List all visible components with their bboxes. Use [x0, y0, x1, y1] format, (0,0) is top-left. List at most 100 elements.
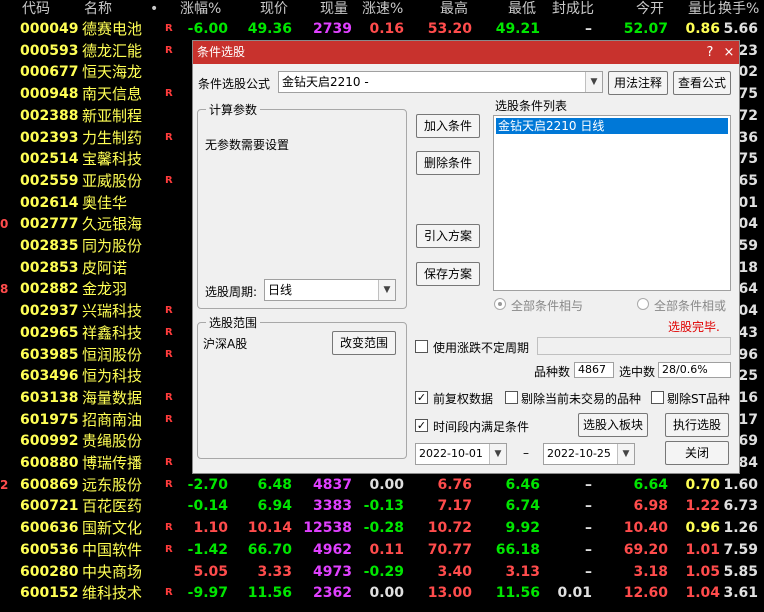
help-icon[interactable]: ?: [701, 41, 719, 64]
exclude-notrade-checkbox[interactable]: [505, 391, 518, 404]
close-icon[interactable]: ×: [720, 41, 738, 64]
exclude-st-checkbox[interactable]: [651, 391, 664, 404]
adjust-checkbox[interactable]: ✓: [415, 391, 428, 404]
margin-flag: R: [165, 44, 173, 56]
col-turnover[interactable]: 换手%: [718, 0, 759, 18]
table-row[interactable]: 600721 百花医药 -0.14 6.94 3383 -0.13 7.17 6.74 – 6.9…: [0, 495, 764, 517]
stock-code: 600280: [20, 563, 79, 580]
cell-price: 6.94: [257, 498, 292, 515]
cell-low: 49.21: [495, 21, 540, 37]
cell-price: 66.70: [247, 541, 292, 558]
cell-open: 6.98: [633, 498, 668, 515]
date-separator: –: [523, 446, 529, 460]
stock-screener-dialog: 条件选股 ? × 条件选股公式 金钻天启2210 - ▼ 用法注释 查看公式 计…: [192, 40, 740, 474]
margin-flag: R: [165, 457, 173, 468]
stock-code: 600636: [20, 520, 79, 537]
stock-code: 002393: [20, 129, 79, 146]
row-edge-mark: [0, 344, 8, 366]
condition-list-item[interactable]: 金钻天启2210 日线: [496, 118, 728, 134]
cell-lb: 1.05: [685, 563, 720, 580]
col-volume[interactable]: 现量: [320, 0, 348, 18]
stock-name: 同为股份: [82, 237, 143, 255]
margin-flag: [165, 430, 177, 452]
stock-name: 贵绳股份: [82, 432, 143, 451]
stock-name: 皮阿诺: [82, 258, 128, 277]
col-code[interactable]: 代码: [22, 0, 50, 18]
stock-code: 002614: [20, 194, 79, 211]
chevron-down-icon[interactable]: ▼: [585, 72, 602, 92]
timerange-checkbox[interactable]: ✓: [415, 419, 428, 432]
cell-low: 6.46: [505, 476, 540, 493]
to-block-button[interactable]: 选股入板块: [578, 413, 648, 437]
stock-code: 002388: [20, 107, 79, 124]
selected-label: 选中数: [619, 365, 656, 379]
exclude-notrade-label: 剔除当前未交易的品种: [521, 392, 642, 406]
date-to-picker[interactable]: 2022-10-25 ▼: [543, 443, 635, 465]
date-from-value: 2022-10-01: [419, 447, 483, 460]
table-row[interactable]: 2 600869 远东股份 R -2.70 6.48 4837 0.00 6.76 6.46–6.…: [0, 474, 764, 496]
change-scope-button[interactable]: 改变范围: [332, 331, 396, 355]
import-scheme-button[interactable]: 引入方案: [416, 224, 480, 248]
cell-price: 49.36: [247, 21, 292, 37]
stock-code: 000593: [20, 42, 79, 59]
table-row[interactable]: 600280 中央商场 5.05 3.33 4973 -0.29 3.40 3.13 – 3.18…: [0, 561, 764, 583]
formula-select[interactable]: 金钻天启2210 - ▼: [278, 71, 603, 93]
row-edge-mark: [0, 452, 8, 474]
radio-all-and[interactable]: [494, 298, 506, 310]
col-liangbi[interactable]: 量比: [688, 0, 716, 18]
table-row[interactable]: 000049 德赛电池 R -6.00 49.36 2739 0.16 53.20 49.21–…: [0, 18, 764, 40]
cell-speed: -0.28: [363, 520, 404, 537]
cell-lb: 0.70: [685, 476, 720, 493]
uncertain-period-checkbox[interactable]: [415, 340, 428, 353]
row-edge-mark: [0, 322, 8, 344]
cell-high: 7.17: [437, 498, 472, 515]
col-fengcheng[interactable]: 封成比: [552, 0, 594, 18]
dialog-title-bar[interactable]: 条件选股: [193, 41, 739, 64]
row-edge-mark: [0, 148, 8, 170]
cell-lb: 1.22: [685, 498, 720, 515]
add-condition-button[interactable]: 加入条件: [416, 114, 480, 138]
save-scheme-button[interactable]: 保存方案: [416, 262, 480, 286]
stock-name: 中国软件: [82, 540, 143, 559]
row-edge-mark: [0, 18, 8, 40]
col-open[interactable]: 今开: [636, 0, 664, 18]
row-edge-mark: [0, 387, 8, 409]
col-name[interactable]: 名称: [84, 0, 112, 18]
row-edge-mark: [0, 127, 8, 149]
table-row[interactable]: 600152 维科技术 R -9.97 11.56 2362 0.00 13.00 11.56 0…: [0, 582, 764, 604]
stock-code: 002835: [20, 238, 79, 254]
count-value: 4867: [574, 362, 614, 378]
row-edge-mark: [0, 365, 8, 387]
stock-name: 远东股份: [82, 475, 143, 494]
margin-flag: R: [165, 174, 173, 186]
chevron-down-icon[interactable]: ▼: [617, 444, 634, 464]
usage-notes-button[interactable]: 用法注释: [608, 71, 668, 95]
cell-lb: 0.86: [685, 21, 720, 37]
close-button[interactable]: 关闭: [665, 441, 729, 465]
row-edge-mark: [0, 83, 8, 105]
stock-name: 维科技术: [82, 584, 143, 603]
cell-vol: 3383: [313, 498, 352, 515]
table-row[interactable]: 600536 中国软件 R -1.42 66.70 4962 0.11 70.77 66.18–…: [0, 539, 764, 561]
col-low[interactable]: 最低: [508, 0, 536, 18]
col-speed[interactable]: 涨速%: [362, 0, 403, 18]
stock-name: 奥佳华: [82, 193, 128, 212]
col-pct[interactable]: 涨幅%: [180, 0, 221, 18]
condition-list[interactable]: 金钻天启2210 日线: [493, 115, 731, 291]
period-select[interactable]: 日线 ▼: [264, 279, 396, 301]
delete-condition-button[interactable]: 删除条件: [416, 151, 480, 175]
chevron-down-icon[interactable]: ▼: [378, 280, 395, 300]
col-price[interactable]: 现价: [260, 0, 288, 18]
row-edge-mark: [0, 409, 8, 431]
cell-fc: –: [585, 563, 592, 580]
chevron-down-icon[interactable]: ▼: [489, 444, 506, 464]
col-high[interactable]: 最高: [440, 0, 468, 18]
view-formula-button[interactable]: 查看公式: [673, 71, 731, 95]
run-screen-button[interactable]: 执行选股: [665, 413, 729, 437]
cell-open: 10.40: [623, 520, 668, 537]
date-from-picker[interactable]: 2022-10-01 ▼: [415, 443, 507, 465]
row-edge-mark: [0, 257, 8, 279]
radio-all-or[interactable]: [637, 298, 649, 310]
table-row[interactable]: 600636 国新文化 R 1.10 10.14 12538 -0.28 10.72 9.92–…: [0, 517, 764, 539]
margin-flag: R: [165, 413, 173, 425]
